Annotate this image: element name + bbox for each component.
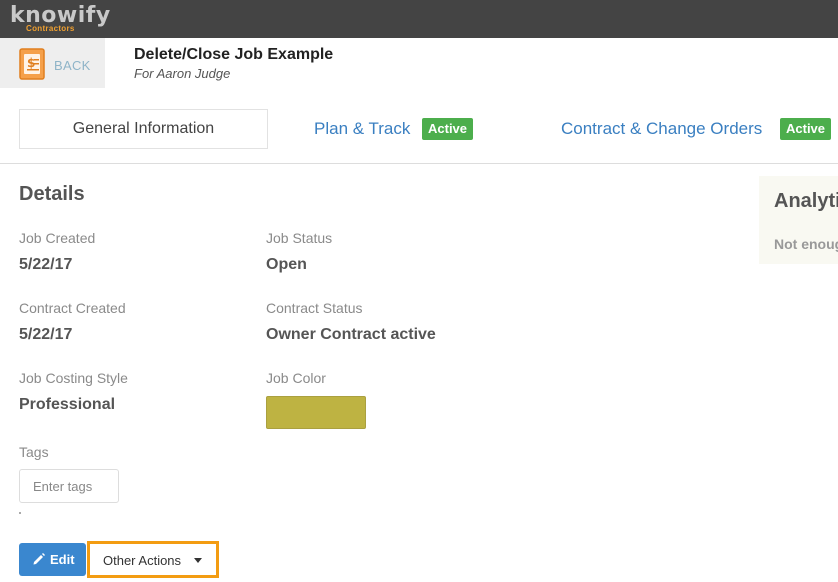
contract-created-label: Contract Created: [19, 300, 126, 316]
job-created-value: 5/22/17: [19, 256, 73, 273]
job-title: Delete/Close Job Example: [134, 46, 334, 63]
job-client: For Aaron Judge: [134, 66, 231, 81]
edit-button[interactable]: Edit: [19, 543, 86, 576]
edit-label: Edit: [50, 552, 75, 567]
details-heading: Details: [19, 183, 85, 205]
divider-dot: [19, 512, 21, 514]
job-header: $ BACK Delete/Close Job Example For Aaro…: [0, 38, 838, 88]
top-bar: knowify Contractors: [0, 0, 838, 38]
other-actions-button[interactable]: Other Actions: [87, 541, 219, 578]
tab-contract-change-orders[interactable]: Contract & Change Orders: [561, 119, 762, 139]
plan-status-badge: Active: [422, 118, 474, 140]
job-color-label: Job Color: [266, 370, 326, 386]
contract-status-label: Contract Status: [266, 300, 363, 316]
job-status-label: Job Status: [266, 230, 333, 246]
job-color-swatch[interactable]: [266, 396, 366, 429]
invoice-icon: $: [19, 48, 45, 80]
costing-style-label: Job Costing Style: [19, 370, 128, 386]
tab-general-information[interactable]: General Information: [19, 109, 268, 149]
tags-input[interactable]: [19, 469, 119, 503]
knowify-logo[interactable]: knowify Contractors: [10, 3, 120, 35]
analytics-title: Analytics: [774, 190, 838, 212]
job-status-value: Open: [266, 256, 307, 273]
pencil-icon: [33, 553, 45, 565]
tab-plan-track[interactable]: Plan & Track: [314, 119, 410, 139]
caret-down-icon: [194, 558, 202, 563]
back-label: BACK: [54, 58, 91, 73]
job-created-label: Job Created: [19, 230, 96, 246]
tags-label: Tags: [19, 444, 49, 460]
analytics-panel: Analytics Not enough data: [759, 176, 838, 264]
job-tabs: General Information Plan & Track Active …: [0, 88, 838, 164]
logo-subtext: Contractors: [26, 24, 75, 33]
contract-status-value: Owner Contract active: [266, 326, 436, 343]
analytics-message: Not enough data: [774, 236, 838, 252]
contract-status-badge: Active: [780, 118, 832, 140]
costing-style-value: Professional: [19, 396, 116, 413]
back-button[interactable]: $ BACK: [0, 38, 105, 88]
contract-created-value: 5/22/17: [19, 326, 73, 343]
other-actions-label: Other Actions: [103, 553, 182, 568]
